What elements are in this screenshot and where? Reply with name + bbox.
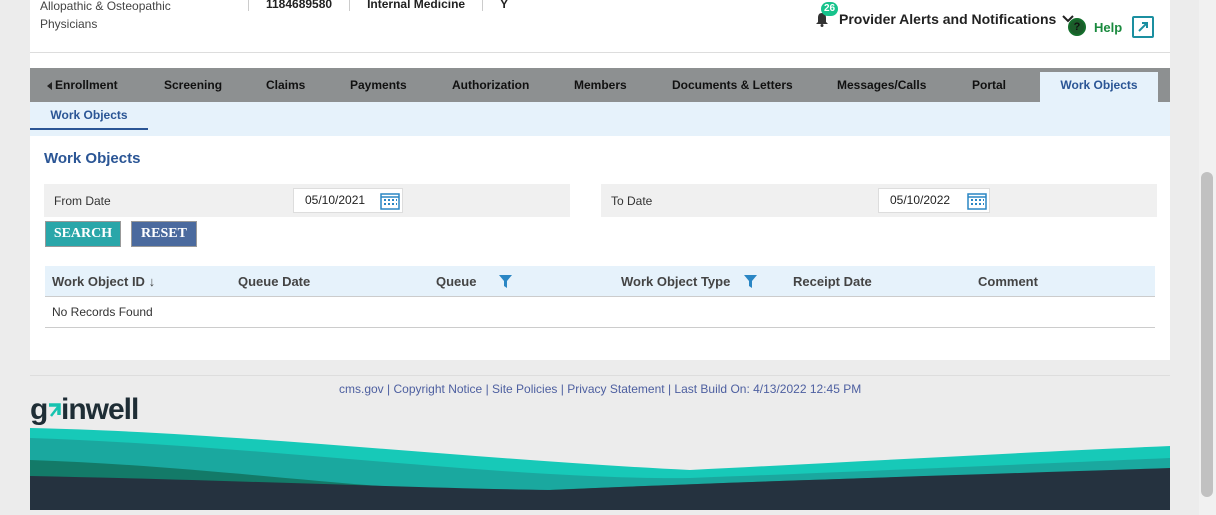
separator: | [667, 382, 672, 396]
provider-npi: 1184689580 [248, 0, 349, 11]
table-row-empty: No Records Found [45, 297, 1155, 328]
separator: | [387, 382, 391, 396]
alerts-dropdown[interactable]: 26 Provider Alerts and Notifications [815, 2, 1075, 28]
main-panel: Allopathic & Osteopathic Physicians 1184… [30, 0, 1170, 360]
footer-build-info: Last Build On: 4/13/2022 12:45 PM [674, 382, 862, 396]
calendar-icon[interactable] [380, 192, 400, 210]
nav-label: Enrollment [55, 78, 118, 92]
provider-type: Allopathic & Osteopathic Physicians [40, 0, 171, 31]
bell-icon: 26 [815, 2, 839, 28]
popout-icon[interactable] [1132, 16, 1154, 38]
provider-details: 1184689580 Internal Medicine Y [248, 0, 525, 11]
nav-screening[interactable]: Screening [164, 68, 222, 102]
provider-flag: Y [482, 0, 525, 11]
caret-left-icon [47, 81, 52, 90]
nav-work-objects[interactable]: Work Objects [1040, 72, 1158, 102]
col-queue[interactable]: Queue [436, 274, 476, 289]
col-receipt-date[interactable]: Receipt Date [793, 274, 872, 289]
to-date-input[interactable]: 05/10/2022 [878, 188, 990, 213]
decorative-waves [30, 428, 1170, 510]
footer-links: cms.gov | Copyright Notice | Site Polici… [339, 382, 861, 396]
nav-authorization[interactable]: Authorization [452, 68, 529, 102]
separator: | [560, 382, 564, 396]
main-nav: Enrollment Screening Claims Payments Aut… [30, 68, 1170, 102]
scroll-thumb[interactable] [1201, 172, 1213, 497]
to-date-label: To Date [611, 194, 653, 208]
from-date-label: From Date [54, 194, 111, 208]
nav-payments[interactable]: Payments [350, 68, 407, 102]
nav-enrollment[interactable]: Enrollment [47, 68, 118, 102]
reset-button[interactable]: RESET [131, 221, 197, 247]
footer-link-privacy[interactable]: Privacy Statement [567, 382, 664, 396]
divider [30, 52, 1170, 53]
sort-down-icon: ↓ [148, 274, 156, 289]
footer-link-cms[interactable]: cms.gov [339, 382, 384, 396]
nav-messages-calls[interactable]: Messages/Calls [837, 68, 926, 102]
to-date-row: To Date 05/10/2022 [601, 184, 1157, 217]
provider-specialty: Internal Medicine [349, 0, 482, 11]
help-link[interactable]: ? Help [1068, 18, 1122, 36]
search-button[interactable]: SEARCH [45, 221, 121, 247]
calendar-icon[interactable] [967, 192, 987, 210]
separator: | [485, 382, 489, 396]
from-date-input[interactable]: 05/10/2021 [293, 188, 403, 213]
grid-header: Work Object ID ↓ Queue Date Queue Work O… [45, 266, 1155, 297]
col-queue-date[interactable]: Queue Date [238, 274, 310, 289]
to-date-value: 05/10/2022 [890, 193, 951, 207]
col-work-object-type[interactable]: Work Object Type [621, 274, 730, 289]
sub-nav: Work Objects [30, 102, 1170, 136]
nav-members[interactable]: Members [574, 68, 627, 102]
from-date-row: From Date 05/10/2021 [44, 184, 570, 217]
alerts-label: Provider Alerts and Notifications [839, 11, 1057, 27]
nav-claims[interactable]: Claims [266, 68, 305, 102]
footer-link-site-policies[interactable]: Site Policies [492, 382, 557, 396]
help-icon: ? [1068, 18, 1086, 36]
col-work-object-id[interactable]: Work Object ID ↓ [52, 274, 155, 289]
nav-documents-letters[interactable]: Documents & Letters [672, 68, 793, 102]
subnav-work-objects[interactable]: Work Objects [30, 102, 148, 130]
footer-link-copyright[interactable]: Copyright Notice [394, 382, 483, 396]
footer-divider [30, 375, 1170, 376]
help-label: Help [1094, 19, 1123, 35]
scrollbar[interactable] [1199, 0, 1216, 515]
col-comment[interactable]: Comment [978, 274, 1038, 289]
nav-portal[interactable]: Portal [972, 68, 1006, 102]
alerts-count-badge: 26 [821, 2, 839, 16]
filter-icon[interactable] [744, 275, 757, 288]
page-title: Work Objects [44, 150, 141, 167]
col-label: Work Object ID [52, 274, 145, 289]
filter-icon[interactable] [499, 275, 512, 288]
from-date-value: 05/10/2021 [305, 193, 366, 207]
